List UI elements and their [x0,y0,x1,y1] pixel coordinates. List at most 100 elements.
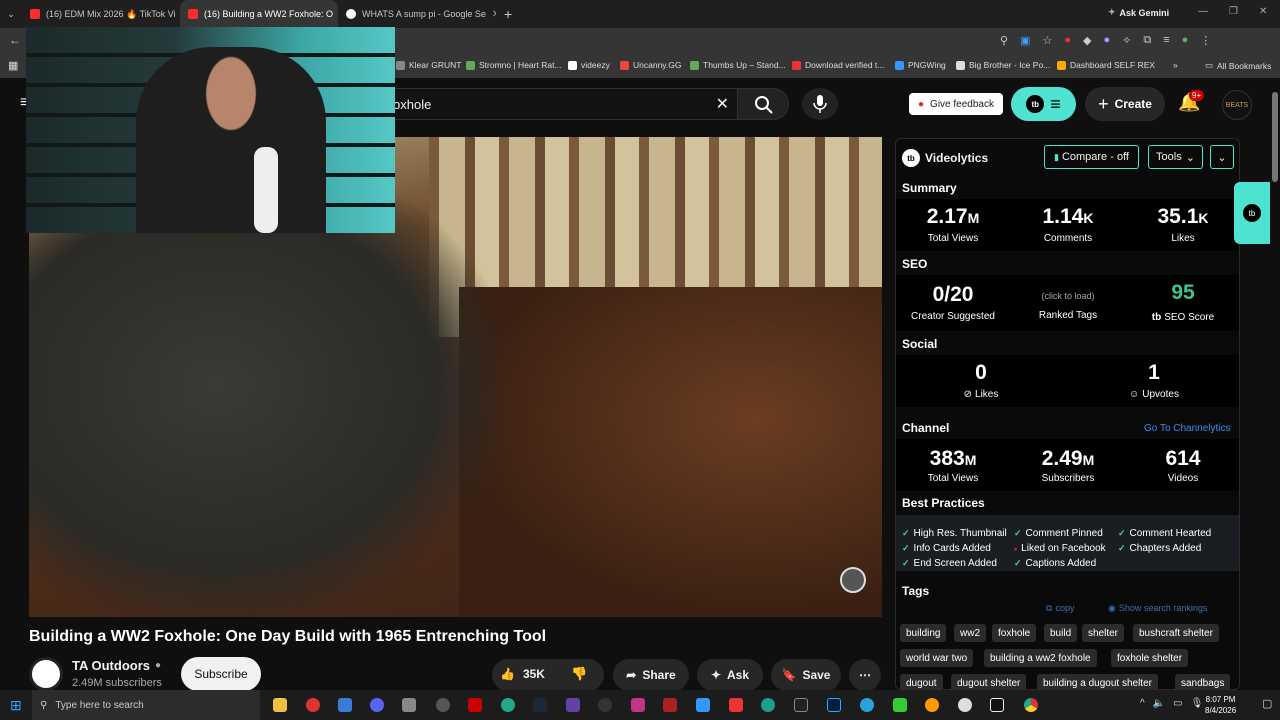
app-window-icon[interactable] [696,698,710,712]
apps-grid-icon[interactable]: ▦ [8,59,18,72]
tag-chip[interactable]: building a ww2 foxhole [984,649,1097,667]
steam-icon[interactable] [533,698,547,712]
tag-chip[interactable]: bushcraft shelter [1133,624,1219,642]
profile-avatar-icon[interactable]: ● [1182,34,1189,47]
extension-purple-icon[interactable]: ● [1103,34,1110,47]
copy-tags-button[interactable]: ⧉ copy [1046,603,1074,614]
close-icon[interactable]: ✕ [492,9,496,20]
bookmark-item[interactable]: Thumbs Up – Stand... [690,60,786,70]
notification-center-icon[interactable]: ▢ [1262,697,1272,710]
clear-search-icon[interactable]: ✕ [716,94,729,114]
extensions-icon[interactable]: ⧉ [1143,34,1151,47]
photoshop-icon[interactable] [827,698,841,712]
avatar[interactable]: BEATS [1222,90,1252,120]
tag-chip[interactable]: foxhole [992,624,1037,642]
channel-avatar[interactable] [29,657,63,691]
bookmark-item[interactable]: Dashboard SELF REX [1057,60,1155,70]
tiktok-icon[interactable] [990,698,1004,712]
epic-games-icon[interactable] [794,698,808,712]
more-actions-button[interactable]: ⋯ [849,659,881,691]
chrome-icon[interactable] [1024,698,1038,712]
videolytics-floating-button[interactable]: tb [1234,182,1270,244]
ask-button[interactable]: ✦ Ask [697,659,763,691]
close-window-icon[interactable]: ✕ [1259,6,1267,17]
app-dzl-icon[interactable] [663,698,677,712]
app-blue-icon[interactable] [338,698,352,712]
app-red-icon[interactable] [306,698,320,712]
reading-list-icon[interactable]: ≡ [1163,34,1169,47]
microphone-icon[interactable]: 🎙 [1191,698,1204,709]
tag-chip[interactable]: foxhole shelter [1111,649,1189,667]
page-scrollbar[interactable] [1272,92,1278,182]
collapse-button[interactable]: ⌄ [1210,145,1234,169]
tag-chip[interactable]: world war two [900,649,974,667]
voice-search-button[interactable] [802,88,838,120]
like-button[interactable]: 👍 35K [500,667,545,681]
windows-start-icon[interactable]: ⊞ [10,697,22,714]
app-green-arrow-icon[interactable] [893,698,907,712]
notifications-button[interactable]: 🔔 9+ [1178,90,1205,116]
tag-chip[interactable]: shelter [1082,624,1125,642]
tag-chip[interactable]: building [900,624,947,642]
bookmark-item[interactable]: Uncanny.GG [620,60,682,70]
browser-tab-active[interactable]: (16) Building a WW2 Foxhole: O✕ [180,0,338,28]
extension-diamond-icon[interactable]: ◆ [1083,34,1091,47]
tag-chip[interactable]: dugout [900,674,943,689]
search-input[interactable]: oxhole ✕ [380,88,738,120]
minimize-icon[interactable]: — [1198,6,1208,17]
app-gray-icon[interactable] [402,698,416,712]
app-stream-icon[interactable] [566,698,580,712]
edge-icon[interactable] [761,698,775,712]
go-to-channelytics-link[interactable]: Go To Channelytics [1144,423,1231,434]
videolytics-menu-button[interactable]: tb ≡ [1011,87,1076,121]
create-button[interactable]: + Create [1085,87,1165,121]
all-bookmarks[interactable]: ▭ All Bookmarks [1205,60,1271,71]
subscribe-button[interactable]: Subscribe [181,657,261,691]
star-icon[interactable]: ☆ [1042,34,1052,47]
browser-tab[interactable]: (16) EDM Mix 2026 🔥 TikTok Vi✕ [22,0,180,28]
telegram-icon[interactable] [860,698,874,712]
bookmark-item[interactable]: Big Brother - Ice Po... [956,60,1050,70]
restore-icon[interactable]: ❐ [1229,6,1238,17]
extension-blue-icon[interactable]: ▣ [1020,34,1030,47]
give-feedback-button[interactable]: ● Give feedback [909,93,1003,115]
instagram-icon[interactable] [631,698,645,712]
ask-gemini-button[interactable]: ✦ Ask Gemini [1108,7,1169,18]
bookmark-item[interactable]: PNGWing [895,60,946,70]
app-green-icon[interactable] [501,698,515,712]
channel-name[interactable]: TA Outdoors ● [72,658,161,673]
search-button[interactable] [737,88,789,120]
ranked-tags-load-link[interactable]: (click to load) [1013,291,1123,301]
app-circle-icon[interactable] [436,698,450,712]
dislike-button[interactable]: 👎 [571,666,587,682]
save-button[interactable]: 🔖 Save [771,659,841,691]
share-button[interactable]: ➦ Share [613,659,689,691]
tag-chip[interactable]: build [1044,624,1078,642]
tab-list-chevron-icon[interactable]: ⌄ [0,9,22,20]
zoom-icon[interactable]: ⚲ [1000,34,1008,47]
network-icon[interactable]: ▭ [1173,698,1182,709]
bookmark-item[interactable]: Download verified t... [792,60,884,70]
bookmark-item[interactable]: videezy [568,60,610,70]
extension-puzzle-icon[interactable]: ✧ [1122,34,1131,47]
discord-icon[interactable] [370,698,384,712]
browser-tab[interactable]: WHATS A sump pi - Google Se ✕ [338,0,496,28]
clock[interactable]: 8:07 PM 8/4/2026 [1205,694,1236,716]
speaker-icon[interactable]: 🔈 [1153,698,1165,709]
bookmark-item[interactable]: Stromno | Heart Rat... [466,60,562,70]
back-arrow-icon[interactable]: ← [9,33,21,47]
browser-menu-icon[interactable]: ⋮ [1200,34,1211,47]
taskbar-search-input[interactable]: ⚲ Type here to search [32,690,260,720]
app-dark-icon[interactable] [958,698,972,712]
new-tab-plus-icon[interactable]: + [504,6,512,22]
bookmark-item[interactable]: Klear GRUNT [396,60,461,70]
tag-chip[interactable]: building a dugout shelter [1037,674,1158,689]
more-bookmarks-icon[interactable]: » [1173,60,1178,70]
chevron-up-icon[interactable]: ^ [1140,698,1145,709]
file-explorer-icon[interactable] [273,698,287,712]
obs-icon[interactable] [598,698,612,712]
app-orange-icon[interactable] [925,698,939,712]
tag-chip[interactable]: dugout shelter [951,674,1027,689]
tag-chip[interactable]: ww2 [954,624,987,642]
netflix-icon[interactable] [468,698,482,712]
